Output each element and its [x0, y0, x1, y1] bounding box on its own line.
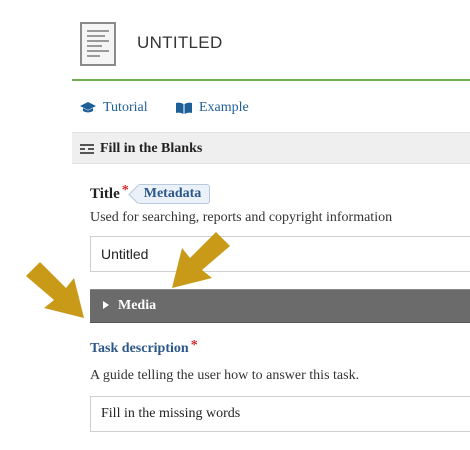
header-divider [72, 79, 470, 81]
metadata-button[interactable]: Metadata [136, 184, 211, 204]
content-title: UNTITLED [137, 33, 223, 52]
caret-right-icon [103, 301, 109, 309]
tutorial-link[interactable]: Tutorial [80, 100, 148, 116]
media-section-label: Media [118, 298, 157, 313]
document-thumbnail-icon [80, 22, 116, 66]
required-marker: * [190, 338, 198, 353]
media-section-toggle[interactable]: Media [90, 289, 470, 323]
example-link[interactable]: Example [176, 100, 249, 116]
title-field-label: Title * Metadata [90, 183, 211, 204]
fill-blanks-icon [80, 144, 94, 154]
pointer-arrow-icon [26, 262, 84, 318]
editor-header: UNTITLED [0, 0, 470, 80]
content-type-bar: Fill in the Blanks [72, 132, 470, 164]
title-input[interactable]: Untitled [90, 236, 470, 272]
content-type-label: Fill in the Blanks [100, 141, 203, 156]
title-help-text: Used for searching, reports and copyrigh… [90, 210, 393, 225]
graduation-cap-icon [80, 102, 96, 113]
task-description-input[interactable]: Fill in the missing words [90, 396, 470, 432]
task-description-label: Task description * [90, 338, 198, 356]
open-book-icon [176, 102, 192, 114]
task-help-text: A guide telling the user how to answer t… [90, 368, 360, 383]
pointer-arrow-icon [172, 232, 230, 288]
required-marker: * [121, 183, 129, 198]
tutorial-link-label: Tutorial [103, 100, 148, 115]
example-link-label: Example [199, 100, 249, 115]
